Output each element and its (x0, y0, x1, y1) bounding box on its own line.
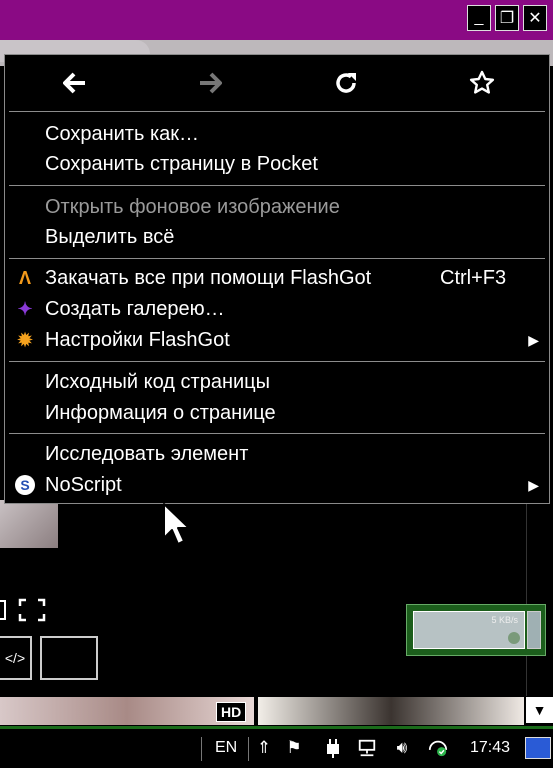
menu-separator (9, 361, 545, 362)
back-icon (63, 72, 85, 94)
menu-item-save-as[interactable]: Сохранить как… (5, 119, 549, 149)
close-button[interactable]: ✕ (523, 5, 547, 31)
gallery-icon: ✦ (17, 299, 33, 319)
action-center-flag-icon[interactable]: ⚑ (284, 737, 304, 759)
menu-separator (9, 258, 545, 259)
fullscreen-icon[interactable] (18, 598, 46, 622)
taskbar-divider (201, 737, 202, 761)
sync-status-icon[interactable] (428, 737, 448, 759)
player-button[interactable] (40, 636, 98, 680)
network-graph: 5 KB/s (413, 611, 525, 649)
menu-item-open-background-image: Открыть фоновое изображение (45, 196, 340, 218)
taskbar-divider (248, 737, 249, 761)
volume-icon[interactable]: 🔊︎ (392, 737, 412, 759)
menu-item-flashgot-settings[interactable]: ✹ Настройки FlashGot ▶ (5, 325, 549, 355)
submenu-arrow-icon: ▶ (528, 332, 539, 348)
network-monitor-widget: 5 KB/s (406, 604, 546, 656)
taskbar: EN ⇑ ⚑ 🔊︎ 17:43 (0, 726, 553, 768)
status-dot-icon (508, 632, 520, 644)
context-menu: Сохранить как… Сохранить страницу в Pock… (4, 54, 550, 504)
forward-icon (200, 72, 222, 94)
menu-separator (9, 111, 545, 112)
menu-item-save-to-pocket[interactable]: Сохранить страницу в Pocket (5, 149, 549, 179)
scroll-down-icon[interactable]: ▼ (526, 697, 553, 723)
bookmark-button[interactable] (466, 67, 498, 99)
tray-expand-icon[interactable]: ⇑ (254, 737, 274, 759)
forward-button (194, 67, 226, 99)
player-control-icon[interactable] (0, 600, 6, 620)
menu-item-noscript[interactable]: S NoScript ▶ (5, 470, 549, 500)
menu-item-flashgot-download-all[interactable]: Λ Закачать все при помощи FlashGot Ctrl+… (5, 263, 549, 293)
menu-item-view-source[interactable]: Исходный код страницы (5, 367, 549, 397)
language-indicator[interactable]: EN (215, 739, 237, 757)
menu-shortcut: Ctrl+F3 (440, 267, 507, 289)
submenu-arrow-icon: ▶ (528, 477, 539, 493)
reload-icon (336, 73, 356, 93)
minimize-button[interactable]: _ (467, 5, 491, 31)
video-thumbnail[interactable] (258, 697, 524, 725)
menu-item-select-all[interactable]: Выделить всё (5, 222, 549, 252)
network-rate: 5 KB/s (491, 615, 518, 625)
flashgot-icon: Λ (18, 268, 31, 288)
mouse-cursor-icon (162, 502, 192, 551)
noscript-icon: S (15, 475, 35, 495)
video-thumbnail[interactable] (0, 500, 58, 548)
flashgot-settings-icon: ✹ (17, 330, 33, 350)
menu-item-page-info[interactable]: Информация о странице (5, 398, 549, 428)
star-icon (469, 70, 495, 94)
power-plug-icon[interactable] (323, 737, 343, 759)
menu-separator (9, 185, 545, 186)
clock[interactable]: 17:43 (470, 739, 510, 757)
show-desktop-button[interactable] (525, 737, 551, 759)
restore-button[interactable]: ❐ (495, 5, 519, 31)
embed-button[interactable]: </> (0, 636, 32, 680)
context-menu-nav (5, 55, 549, 111)
menu-item-inspect-element[interactable]: Исследовать элемент (5, 439, 549, 469)
menu-separator (9, 433, 545, 434)
network-icon[interactable] (357, 737, 377, 759)
reload-button[interactable] (330, 67, 362, 99)
back-button[interactable] (59, 67, 91, 99)
hd-badge: HD (216, 702, 247, 722)
widget-side-controls[interactable] (527, 611, 541, 649)
menu-item-create-gallery[interactable]: ✦ Создать галерею… (5, 294, 549, 324)
